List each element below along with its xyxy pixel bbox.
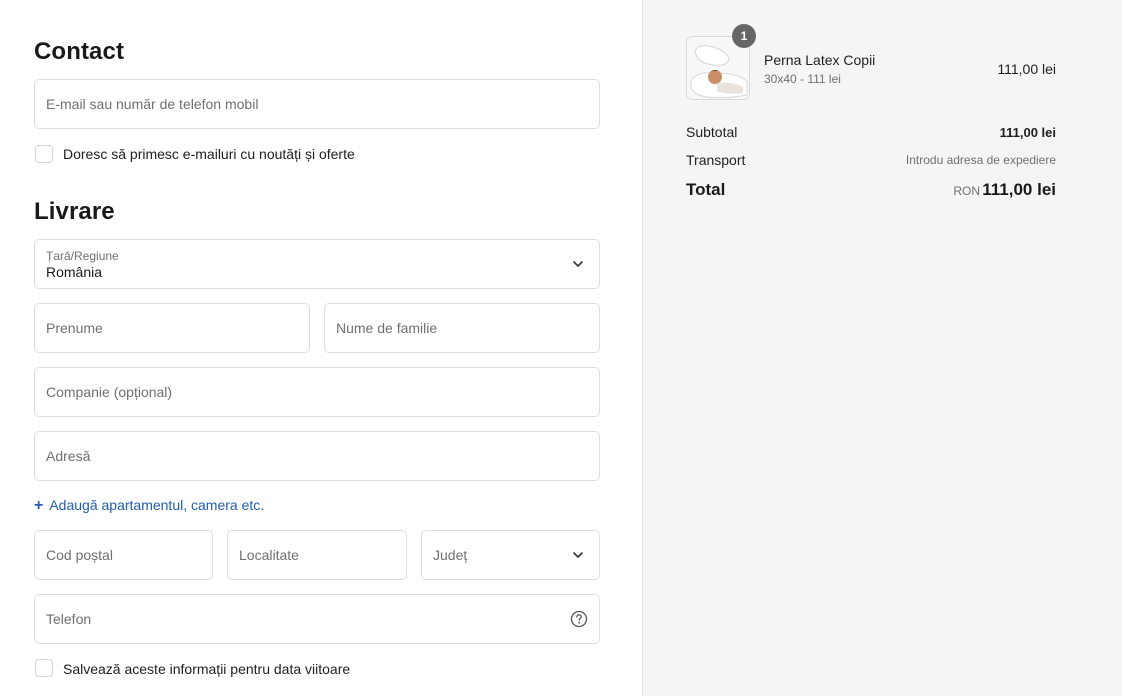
shipping-label: Transport <box>686 152 746 168</box>
chevron-down-icon <box>573 552 583 558</box>
plus-icon: + <box>34 497 44 514</box>
shipping-value: Introdu adresa de expediere <box>905 153 1056 167</box>
first-name-field[interactable]: Prenume <box>34 303 310 353</box>
address-placeholder: Adresă <box>46 448 91 464</box>
product-variant: 30x40 - 111 lei <box>764 72 841 86</box>
order-summary-panel: 1 Perna Latex Copii 30x40 - 111 lei 111,… <box>642 0 1122 696</box>
total-label: Total <box>686 180 726 199</box>
question-circle-icon[interactable] <box>570 610 588 628</box>
email-placeholder: E-mail sau număr de telefon mobil <box>46 96 259 112</box>
total-value: 111,00 lei <box>982 180 1056 199</box>
city-field[interactable]: Localitate <box>227 530 407 580</box>
newsletter-label: Doresc să primesc e-mailuri cu noutăți ș… <box>63 146 355 162</box>
phone-field[interactable]: Telefon <box>34 594 600 644</box>
country-select[interactable]: Țară/Regiune România <box>34 239 600 289</box>
checkout-form-panel: Contact E-mail sau număr de telefon mobi… <box>0 0 642 696</box>
country-value: România <box>46 264 103 280</box>
chevron-down-icon <box>573 261 583 267</box>
save-info-checkbox[interactable] <box>35 659 53 677</box>
quantity-badge: 1 <box>732 24 756 48</box>
product-price: 111,00 lei <box>997 61 1056 77</box>
company-field[interactable]: Companie (opțional) <box>34 367 600 417</box>
last-name-field[interactable]: Nume de familie <box>324 303 600 353</box>
county-placeholder: Județ <box>433 547 468 563</box>
save-info-label: Salvează aceste informații pentru data v… <box>63 661 351 677</box>
phone-placeholder: Telefon <box>46 611 92 627</box>
add-apartment-link[interactable]: + Adaugă apartamentul, camera etc. <box>34 497 264 515</box>
city-placeholder: Localitate <box>239 547 299 563</box>
first-name-placeholder: Prenume <box>46 320 103 336</box>
email-field[interactable]: E-mail sau număr de telefon mobil <box>34 79 600 129</box>
delivery-heading: Livrare <box>34 198 115 225</box>
address-field[interactable]: Adresă <box>34 431 600 481</box>
last-name-placeholder: Nume de familie <box>336 320 438 336</box>
postal-code-field[interactable]: Cod poștal <box>34 530 213 580</box>
subtotal-value: 111,00 lei <box>999 125 1056 140</box>
country-label: Țară/Regiune <box>46 249 119 263</box>
company-placeholder: Companie (opțional) <box>46 384 173 400</box>
add-apartment-label: Adaugă apartamentul, camera etc. <box>49 497 265 513</box>
contact-heading: Contact <box>34 38 125 65</box>
currency-code: RON <box>953 184 980 198</box>
subtotal-label: Subtotal <box>686 124 738 140</box>
newsletter-checkbox[interactable] <box>35 145 53 163</box>
product-name: Perna Latex Copii <box>764 52 876 68</box>
county-select[interactable]: Județ <box>421 530 600 580</box>
postal-code-placeholder: Cod poștal <box>46 547 113 563</box>
